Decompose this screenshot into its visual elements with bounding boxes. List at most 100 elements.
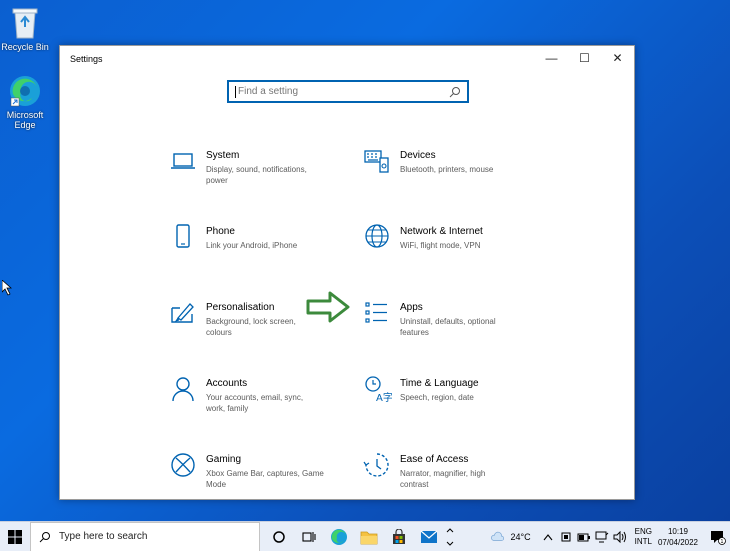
right-arrow-annotation-icon bbox=[306, 291, 350, 323]
tile-name: System bbox=[206, 150, 240, 161]
mouse-cursor-icon bbox=[2, 280, 12, 296]
recycle-bin-icon bbox=[12, 8, 38, 39]
tile-name: Phone bbox=[206, 226, 235, 237]
search-icon bbox=[39, 531, 50, 542]
tile-phone[interactable]: Phone Link your Android, iPhone bbox=[168, 222, 348, 272]
windows-logo-icon bbox=[8, 529, 22, 544]
chevron-up-icon bbox=[543, 533, 553, 540]
recycle-bin-label: Recycle Bin bbox=[1, 42, 49, 52]
apps-list-icon bbox=[365, 302, 387, 323]
tile-accounts[interactable]: Accounts Your accounts, email, sync, wor… bbox=[168, 374, 348, 424]
power-tray-icon bbox=[577, 533, 590, 541]
taskbar-search-box[interactable]: Type here to search bbox=[30, 521, 260, 551]
folder-icon bbox=[360, 531, 378, 544]
system-tray: 24°C ENG INTL 10:19 07/04/2022 1 bbox=[489, 526, 730, 548]
battery-tray-button[interactable] bbox=[577, 530, 591, 544]
tile-time-language[interactable]: A字 Time & Language Speech, region, date bbox=[362, 374, 542, 424]
cortana-button[interactable] bbox=[264, 522, 294, 551]
notification-count: 1 bbox=[720, 539, 723, 545]
file-explorer-button[interactable] bbox=[354, 522, 384, 551]
store-button[interactable] bbox=[384, 522, 414, 551]
scroll-arrows-icon bbox=[446, 527, 454, 546]
edge-icon bbox=[331, 528, 347, 545]
xbox-icon bbox=[171, 453, 195, 477]
tile-desc: Speech, region, date bbox=[400, 393, 474, 402]
weather-button[interactable] bbox=[490, 530, 505, 544]
window-title: Settings bbox=[70, 54, 103, 64]
search-input[interactable]: Find a setting bbox=[238, 86, 449, 97]
tile-name: Gaming bbox=[206, 454, 242, 465]
task-view-icon bbox=[302, 531, 316, 542]
settings-window: Settings — ☐ ✕ Find a setting System Dis… bbox=[59, 45, 635, 500]
store-bag-icon bbox=[393, 528, 405, 544]
task-view-button[interactable] bbox=[294, 522, 324, 551]
tile-desc: Xbox Game Bar, captures, Game Mode bbox=[206, 469, 324, 489]
clock-button[interactable]: 10:19 07/04/2022 bbox=[658, 526, 698, 548]
maximize-button[interactable]: ☐ bbox=[568, 46, 601, 70]
ease-of-access-icon bbox=[363, 453, 389, 477]
tile-name: Devices bbox=[400, 150, 436, 161]
tile-name: Accounts bbox=[206, 378, 248, 389]
tile-ease-of-access[interactable]: Ease of Access Narrator, magnifier, high… bbox=[362, 450, 542, 500]
show-more-button[interactable] bbox=[444, 522, 456, 551]
close-button[interactable]: ✕ bbox=[601, 46, 634, 70]
keyboard-layout: INTL bbox=[634, 536, 652, 546]
tile-desc: Uninstall, defaults, optional features bbox=[400, 317, 496, 337]
volume-tray-button[interactable] bbox=[613, 530, 627, 544]
tile-desc: WiFi, flight mode, VPN bbox=[400, 241, 481, 250]
network-tray-button[interactable] bbox=[595, 530, 609, 544]
action-center-button[interactable]: 1 bbox=[706, 529, 730, 545]
language-code: ENG bbox=[634, 526, 652, 536]
tile-desc: Background, lock screen, colours bbox=[206, 317, 296, 337]
recycle-bin-desktop-icon[interactable]: Recycle Bin bbox=[0, 4, 53, 52]
tile-name: Network & Internet bbox=[400, 226, 483, 237]
clock-date: 07/04/2022 bbox=[657, 537, 698, 547]
notification-icon: 1 bbox=[711, 530, 726, 545]
tile-gaming[interactable]: Gaming Xbox Game Bar, captures, Game Mod… bbox=[168, 450, 348, 500]
time-language-icon: A字 bbox=[365, 376, 392, 404]
speaker-icon bbox=[613, 530, 626, 543]
tile-desc: Narrator, magnifier, high contrast bbox=[400, 469, 486, 489]
edge-icon bbox=[10, 76, 40, 107]
weather-cloud-icon bbox=[490, 531, 504, 541]
tile-name: Personalisation bbox=[206, 302, 275, 313]
security-tray-button[interactable] bbox=[559, 530, 573, 544]
tile-name: Time & Language bbox=[400, 378, 479, 389]
network-monitor-icon bbox=[595, 531, 608, 542]
title-bar[interactable]: Settings — ☐ ✕ bbox=[60, 46, 634, 70]
text-caret bbox=[235, 85, 236, 98]
temperature-label[interactable]: 24°C bbox=[511, 532, 531, 542]
tile-network[interactable]: Network & Internet WiFi, flight mode, VP… bbox=[362, 222, 542, 272]
phone-icon bbox=[176, 224, 190, 248]
cortana-circle-icon bbox=[273, 530, 285, 543]
laptop-icon bbox=[171, 153, 195, 169]
mail-button[interactable] bbox=[414, 522, 444, 551]
edge-label: Microsoft Edge bbox=[6, 110, 44, 130]
taskbar: Type here to search 24°C ENG INTL 10:19 … bbox=[0, 521, 730, 551]
tray-overflow-button[interactable] bbox=[541, 530, 555, 544]
keyboard-speaker-icon bbox=[364, 150, 389, 173]
glyph-a: A字 bbox=[376, 391, 392, 404]
clock-time: 10:19 bbox=[667, 526, 688, 536]
mail-icon bbox=[420, 530, 438, 543]
person-icon bbox=[172, 377, 194, 402]
tile-desc: Bluetooth, printers, mouse bbox=[400, 165, 494, 174]
edge-desktop-icon[interactable]: Microsoft Edge bbox=[0, 74, 53, 130]
tile-system[interactable]: System Display, sound, notifications, po… bbox=[168, 146, 348, 196]
devices-tray-icon bbox=[561, 532, 571, 541]
tile-apps[interactable]: Apps Uninstall, defaults, optional featu… bbox=[362, 298, 542, 348]
minimize-button[interactable]: — bbox=[535, 46, 568, 70]
settings-categories-grid: System Display, sound, notifications, po… bbox=[168, 146, 568, 496]
tile-name: Apps bbox=[400, 302, 423, 313]
tile-desc: Link your Android, iPhone bbox=[206, 241, 298, 250]
tile-devices[interactable]: Devices Bluetooth, printers, mouse bbox=[362, 146, 542, 196]
edge-taskbar-button[interactable] bbox=[324, 522, 354, 551]
input-language-button[interactable]: ENG INTL bbox=[635, 527, 652, 547]
tile-desc: Display, sound, notifications, power bbox=[206, 165, 307, 185]
tile-desc: Your accounts, email, sync, work, family bbox=[206, 393, 304, 413]
paint-screen-icon bbox=[171, 303, 194, 323]
search-icon bbox=[449, 86, 460, 97]
find-setting-search[interactable]: Find a setting bbox=[227, 80, 469, 103]
start-button[interactable] bbox=[0, 522, 30, 551]
taskbar-search-placeholder: Type here to search bbox=[59, 531, 148, 542]
